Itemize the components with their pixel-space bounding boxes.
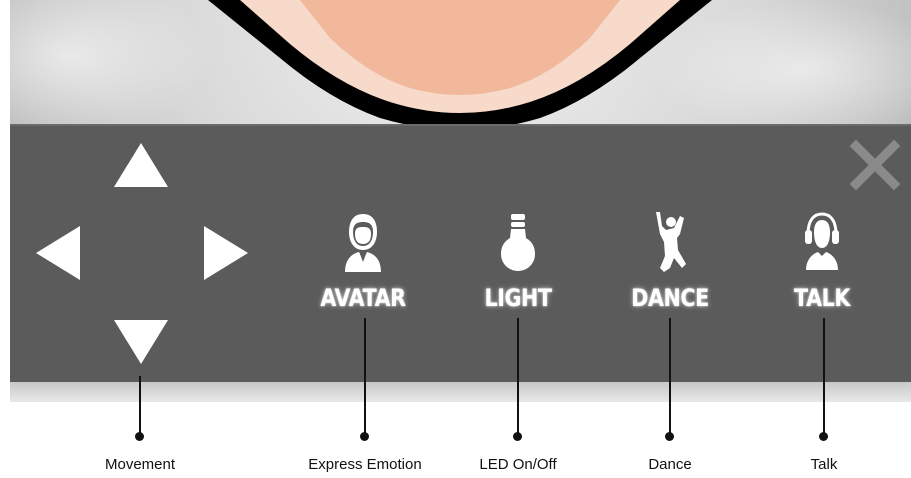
light-label: LIGHT [484, 284, 552, 312]
arrow-right-icon [204, 226, 248, 280]
arrow-down-icon [114, 320, 168, 364]
move-left-button[interactable] [34, 224, 82, 282]
move-up-button[interactable] [112, 141, 170, 189]
talk-button[interactable]: TALK [757, 210, 887, 325]
callout-dot-avatar [360, 432, 369, 441]
dancer-icon [656, 212, 686, 272]
headset-icon [805, 212, 839, 270]
callout-led: LED On/Off [479, 456, 557, 473]
callout-line-movement [139, 376, 141, 436]
callout-dot-dance [665, 432, 674, 441]
callout-dance: Dance [648, 456, 692, 473]
callout-talk: Talk [810, 456, 838, 473]
avatar-label: AVATAR [320, 284, 406, 312]
callout-line-dance [669, 318, 671, 436]
callout-dot-light [513, 432, 522, 441]
light-button[interactable]: LIGHT [453, 210, 583, 325]
close-button[interactable] [848, 138, 902, 192]
callout-line-avatar [364, 318, 366, 436]
robot-control-screen: AVATAR LIGHT DANCE TALK Movement Express… [0, 0, 911, 478]
callout-dot-movement [135, 432, 144, 441]
talk-label: TALK [794, 284, 850, 312]
dance-button[interactable]: DANCE [605, 210, 735, 325]
move-down-button[interactable] [112, 318, 170, 366]
avatar-icon [345, 214, 381, 272]
arrow-up-icon [114, 143, 168, 187]
light-bulb-icon [501, 214, 535, 271]
dance-label: DANCE [631, 284, 709, 312]
callout-express-emotion: Express Emotion [308, 456, 422, 473]
move-right-button[interactable] [202, 224, 250, 282]
arrow-left-icon [36, 226, 80, 280]
callout-line-light [517, 318, 519, 436]
callout-movement: Movement [104, 456, 176, 473]
close-icon [849, 139, 901, 191]
callout-line-talk [823, 318, 825, 436]
callout-dot-talk [819, 432, 828, 441]
avatar-button[interactable]: AVATAR [298, 210, 428, 325]
